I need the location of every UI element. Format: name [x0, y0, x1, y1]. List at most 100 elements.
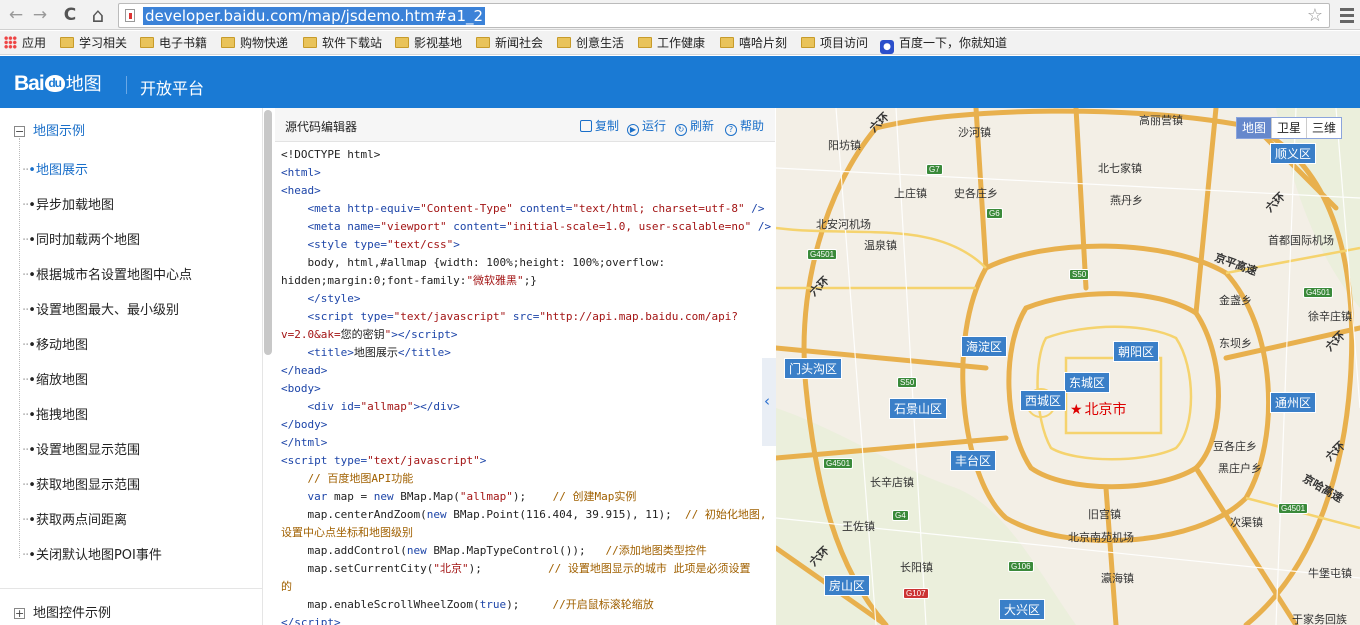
map-type-map[interactable]: 地图	[1237, 118, 1273, 138]
bookmark-item[interactable]: 影视基地	[395, 35, 462, 51]
sidebar-section-map-demos[interactable]: − 地图示例	[14, 122, 85, 142]
back-icon[interactable]: ←	[4, 3, 28, 27]
place-label: 瀛海镇	[1101, 572, 1134, 585]
expand-icon[interactable]: +	[14, 608, 25, 619]
place-label: 旧宫镇	[1088, 508, 1121, 521]
folder-icon	[638, 37, 652, 48]
sidebar-item[interactable]: ··•设置地图显示范围	[22, 441, 140, 461]
district-label[interactable]: 石景山区	[889, 398, 948, 419]
district-label[interactable]: 通州区	[1270, 392, 1317, 413]
map-roads	[776, 108, 1360, 625]
sidebar-item[interactable]: ··•缩放地图	[22, 371, 88, 391]
platform-title[interactable]: 开放平台	[140, 75, 204, 99]
sidebar-item[interactable]: ··•移动地图	[22, 336, 88, 356]
forward-icon[interactable]: →	[28, 3, 52, 27]
place-label: 阳坊镇	[828, 139, 861, 152]
sidebar-item[interactable]: ··•获取地图显示范围	[22, 476, 140, 496]
baidu-map-logo[interactable]: Bai du 地图	[14, 70, 102, 96]
folder-icon	[395, 37, 409, 48]
district-label[interactable]: 门头沟区	[784, 358, 843, 379]
help-button[interactable]: ? 帮助	[725, 117, 764, 136]
reload-icon[interactable]: C	[58, 3, 82, 27]
sidebar-item[interactable]: ··•设置地图最大、最小级别	[22, 301, 179, 321]
place-label: 长阳镇	[900, 561, 933, 574]
highway-shield: S50	[1069, 269, 1090, 280]
place-label: 长辛店镇	[870, 476, 914, 489]
sidebar-item[interactable]: ··•根据城市名设置地图中心点	[22, 266, 192, 286]
bookmark-item[interactable]: 创意生活	[557, 35, 624, 51]
collapse-icon[interactable]: −	[14, 126, 25, 137]
district-label[interactable]: 海淀区	[961, 336, 1008, 357]
bookmark-item[interactable]: 电子书籍	[140, 35, 207, 51]
bookmark-baidu[interactable]: ● 百度一下，你就知道	[880, 35, 1007, 54]
sidebar-section-controls[interactable]: + 地图控件示例	[14, 604, 111, 624]
place-label: 高丽营镇	[1139, 114, 1183, 127]
district-label[interactable]: 房山区	[824, 575, 871, 596]
highway-shield: G4501	[1278, 503, 1309, 514]
code-textarea[interactable]: <!DOCTYPE html> <html> <head> <meta http…	[281, 146, 775, 625]
bookmark-item[interactable]: 学习相关	[60, 35, 127, 51]
place-label: 北七家镇	[1098, 162, 1142, 175]
page-icon	[125, 9, 135, 22]
sidebar-item[interactable]: ··•获取两点间距离	[22, 511, 127, 531]
place-label: 于家务回族	[1292, 613, 1347, 625]
help-icon: ?	[725, 124, 737, 136]
copy-button[interactable]: 复制	[580, 117, 619, 134]
folder-icon	[476, 37, 490, 48]
folder-icon	[303, 37, 317, 48]
sidebar-item-map-display[interactable]: ··•地图展示	[22, 161, 88, 181]
home-icon[interactable]: ⌂	[86, 3, 110, 27]
browser-menu-icon[interactable]	[1336, 3, 1358, 27]
district-label[interactable]: 西城区	[1020, 390, 1067, 411]
sidebar-item[interactable]: ··•异步加载地图	[22, 196, 114, 216]
highway-shield: G4	[892, 510, 909, 521]
refresh-icon: ↻	[675, 124, 687, 136]
folder-icon	[60, 37, 74, 48]
place-label: 牛堡屯镇	[1308, 567, 1352, 580]
district-label[interactable]: 丰台区	[950, 450, 997, 471]
place-label: 黑庄户乡	[1218, 462, 1262, 475]
district-label[interactable]: 朝阳区	[1113, 341, 1160, 362]
star-icon: ★	[1070, 402, 1083, 418]
bookmark-apps[interactable]: 应用	[4, 35, 46, 51]
bookmark-star-icon[interactable]: ☆	[1307, 5, 1323, 26]
city-center-marker[interactable]: ★ 北京市	[1070, 399, 1129, 419]
place-label: 温泉镇	[864, 239, 897, 252]
map-type-control: 地图 卫星 三维	[1236, 117, 1343, 139]
sidebar-item[interactable]: ··•关闭默认地图POI事件	[22, 546, 162, 566]
place-label: 上庄镇	[894, 187, 927, 200]
folder-icon	[557, 37, 571, 48]
bookmark-item[interactable]: 嘻哈片刻	[720, 35, 787, 51]
refresh-button[interactable]: ↻ 刷新	[675, 117, 714, 136]
district-label[interactable]: 顺义区	[1270, 143, 1317, 164]
play-icon: ▶	[627, 124, 639, 136]
district-label[interactable]: 东城区	[1064, 372, 1111, 393]
bookmark-item[interactable]: 软件下载站	[303, 35, 382, 51]
map-type-satellite[interactable]: 卫星	[1272, 118, 1308, 138]
place-label: 首都国际机场	[1268, 234, 1334, 247]
place-label: 沙河镇	[958, 126, 991, 139]
sidebar-scrollbar[interactable]	[264, 110, 272, 355]
folder-icon	[720, 37, 734, 48]
map-type-3d[interactable]: 三维	[1307, 118, 1341, 138]
sidebar-item[interactable]: ··•拖拽地图	[22, 406, 88, 426]
place-label: 次渠镇	[1230, 516, 1263, 529]
district-label[interactable]: 大兴区	[999, 599, 1046, 620]
bookmark-item[interactable]: 新闻社会	[476, 35, 543, 51]
header-divider	[126, 76, 127, 94]
panel-toggle[interactable]: ‹	[762, 358, 776, 446]
bookmark-item[interactable]: 购物快递	[221, 35, 288, 51]
folder-icon	[221, 37, 235, 48]
highway-shield: G107	[903, 588, 929, 599]
url-text[interactable]: developer.baidu.com/map/jsdemo.htm#a1_2	[143, 7, 486, 25]
map-canvas[interactable]: 地图 卫星 三维 顺义区 海淀区 朝阳区 门头沟区 东城区 西城区 石景山区 通…	[776, 108, 1360, 625]
highway-shield: G6	[986, 208, 1003, 219]
folder-icon	[801, 37, 815, 48]
bookmark-item[interactable]: 项目访问	[801, 35, 868, 51]
bookmark-item[interactable]: 工作健康	[638, 35, 705, 51]
highway-shield: G4501	[1303, 287, 1334, 298]
run-button[interactable]: ▶ 运行	[627, 117, 666, 136]
place-label: 金盏乡	[1219, 294, 1252, 307]
sidebar-item[interactable]: ··•同时加载两个地图	[22, 231, 140, 251]
address-bar[interactable]: developer.baidu.com/map/jsdemo.htm#a1_2 …	[118, 3, 1330, 28]
